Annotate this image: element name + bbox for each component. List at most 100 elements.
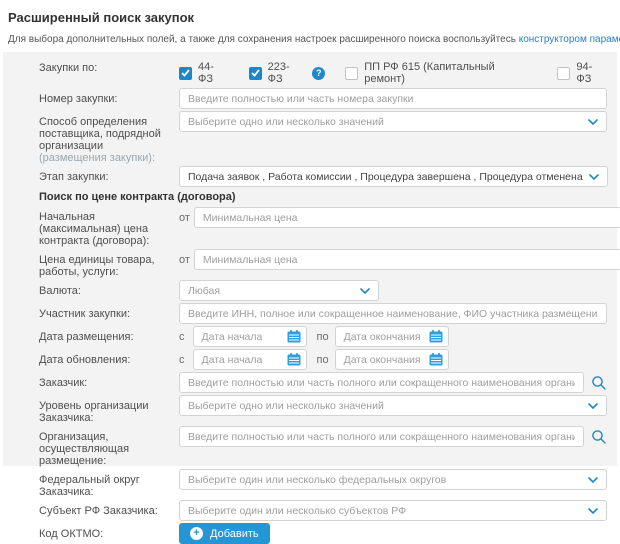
currency-label: Валюта: xyxy=(39,280,179,297)
update-date-to-label: по xyxy=(307,354,335,366)
federal-district-select[interactable]: Выберите один или несколько федеральных … xyxy=(179,469,607,490)
placement-date-start-input[interactable]: Дата начала xyxy=(193,326,307,347)
row-initial-price: Начальная (максимальная) цена контракта … xyxy=(39,207,607,247)
check-icon xyxy=(251,69,260,77)
currency-select[interactable]: Любая xyxy=(179,280,379,301)
supplier-method-label-note: (размещения закупки): xyxy=(39,152,155,164)
purchase-stage-label: Этап закупки: xyxy=(39,166,179,183)
checkbox-223fz[interactable]: 223-ФЗ ? xyxy=(249,61,326,85)
row-rf-subject: Субъект РФ Заказчика: Выберите один или … xyxy=(39,500,607,521)
row-laws: Закупки по: 44-ФЗ 223-ФЗ ? ПП РФ 615 (Ка… xyxy=(39,59,607,85)
intro-text: Для выбора дополнительных полей, а также… xyxy=(8,34,617,45)
laws-label: Закупки по: xyxy=(39,59,179,74)
rf-subject-select[interactable]: Выберите один или несколько субъектов РФ xyxy=(179,500,607,521)
placing-org-search-button[interactable] xyxy=(591,429,607,445)
placement-date-from-label: с xyxy=(179,331,189,343)
update-date-end-placeholder: Дата окончания xyxy=(344,354,421,366)
chevron-down-icon xyxy=(588,119,598,125)
supplier-method-label-text: Способ определения поставщика, подрядной… xyxy=(39,116,161,152)
update-date-from-label: с xyxy=(179,354,189,366)
checkbox-44fz-label: 44-ФЗ xyxy=(198,61,229,85)
row-supplier-method: Способ определения поставщика, подрядной… xyxy=(39,111,607,164)
participant-label: Участник закупки: xyxy=(39,303,179,320)
checkbox-223fz-label: 223-ФЗ xyxy=(268,61,305,85)
search-icon xyxy=(591,375,607,391)
intro-text-static: Для выбора дополнительных полей, а также… xyxy=(8,34,519,45)
row-participant: Участник закупки: xyxy=(39,303,607,324)
unit-price-from-label: от xyxy=(179,254,194,266)
chevron-down-icon xyxy=(588,477,598,483)
checkbox-223fz-box[interactable] xyxy=(249,67,262,80)
row-unit-price: Цена единицы товара, работы, услуги: от … xyxy=(39,249,607,278)
supplier-method-placeholder: Выберите одно или несколько значений xyxy=(188,116,384,128)
chevron-down-icon xyxy=(360,288,370,294)
row-customer-org-level: Уровень организации Заказчика: Выберите … xyxy=(39,395,607,424)
initial-price-min-input[interactable] xyxy=(194,207,620,228)
row-placement-date: Дата размещения: с Дата начала по Дата о… xyxy=(39,326,607,347)
placing-org-input[interactable] xyxy=(179,426,584,447)
customer-search-button[interactable] xyxy=(591,375,607,391)
chevron-down-icon xyxy=(588,508,598,514)
checkbox-44fz[interactable]: 44-ФЗ xyxy=(179,61,229,85)
update-date-start-input[interactable]: Дата начала xyxy=(193,349,307,370)
page-title: Расширенный поиск закупок xyxy=(8,10,617,25)
rf-subject-placeholder: Выберите один или несколько субъектов РФ xyxy=(188,505,406,517)
checkbox-pprf615-box[interactable] xyxy=(345,67,358,80)
initial-price-label: Начальная (максимальная) цена контракта … xyxy=(39,207,179,247)
check-icon xyxy=(181,69,190,77)
row-purchase-stage: Этап закупки: Подача заявок , Работа ком… xyxy=(39,166,607,187)
checkbox-94fz-box[interactable] xyxy=(557,67,570,80)
unit-price-min-input[interactable] xyxy=(194,249,620,270)
customer-org-level-placeholder: Выберите одно или несколько значений xyxy=(188,400,384,412)
rf-subject-label: Субъект РФ Заказчика: xyxy=(39,500,179,517)
plus-circle-icon: + xyxy=(190,527,203,540)
placement-date-start-placeholder: Дата начала xyxy=(202,331,263,343)
row-oktmo: Код ОКТМО: + Добавить xyxy=(39,523,607,544)
placement-date-to-label: по xyxy=(307,331,335,343)
supplier-method-select[interactable]: Выберите одно или несколько значений xyxy=(179,111,607,132)
price-section-title: Поиск по цене контракта (договора) xyxy=(39,191,607,203)
row-purchase-number: Номер закупки: xyxy=(39,88,607,109)
advanced-search-page: Расширенный поиск закупок Для выбора доп… xyxy=(0,0,620,466)
checkbox-94fz-label: 94-ФЗ xyxy=(576,61,607,85)
customer-org-level-label: Уровень организации Заказчика: xyxy=(39,395,179,424)
federal-district-label: Федеральный округ Заказчика: xyxy=(39,469,179,498)
calendar-icon[interactable] xyxy=(429,353,443,366)
purchase-number-input[interactable] xyxy=(179,88,607,109)
chevron-down-icon xyxy=(588,403,598,409)
checkbox-94fz[interactable]: 94-ФЗ xyxy=(557,61,607,85)
placing-org-label: Организация, осуществляющая размещение: xyxy=(39,426,179,467)
calendar-icon[interactable] xyxy=(429,330,443,343)
oktmo-add-button[interactable]: + Добавить xyxy=(179,523,270,544)
chevron-down-icon xyxy=(589,174,599,180)
customer-org-level-select[interactable]: Выберите одно или несколько значений xyxy=(179,395,607,416)
participant-input[interactable] xyxy=(179,303,607,324)
purchase-stage-value: Подача заявок , Работа комиссии , Процед… xyxy=(188,171,583,183)
calendar-icon[interactable] xyxy=(287,353,301,366)
federal-district-placeholder: Выберите один или несколько федеральных … xyxy=(188,474,446,486)
placement-date-label: Дата размещения: xyxy=(39,326,179,343)
placement-date-end-input[interactable]: Дата окончания xyxy=(335,326,449,347)
row-federal-district: Федеральный округ Заказчика: Выберите од… xyxy=(39,469,607,498)
supplier-method-label: Способ определения поставщика, подрядной… xyxy=(39,111,179,164)
placement-date-end-placeholder: Дата окончания xyxy=(344,331,421,343)
update-date-end-input[interactable]: Дата окончания xyxy=(335,349,449,370)
search-form-panel: Закупки по: 44-ФЗ 223-ФЗ ? ПП РФ 615 (Ка… xyxy=(3,52,617,466)
purchase-stage-select[interactable]: Подача заявок , Работа комиссии , Процед… xyxy=(179,166,608,187)
purchase-number-label: Номер закупки: xyxy=(39,88,179,105)
checkbox-pprf615[interactable]: ПП РФ 615 (Капитальный ремонт) xyxy=(345,61,537,85)
unit-price-label: Цена единицы товара, работы, услуги: xyxy=(39,249,179,278)
currency-value: Любая xyxy=(188,285,220,297)
calendar-icon[interactable] xyxy=(287,330,301,343)
row-update-date: Дата обновления: с Дата начала по Дата о… xyxy=(39,349,607,370)
search-params-constructor-link[interactable]: конструктором параметров поиска xyxy=(519,34,620,45)
customer-label: Заказчик: xyxy=(39,372,179,389)
customer-input[interactable] xyxy=(179,372,584,393)
update-date-label: Дата обновления: xyxy=(39,349,179,366)
oktmo-add-button-label: Добавить xyxy=(210,528,259,540)
checkbox-44fz-box[interactable] xyxy=(179,67,192,80)
question-circle-icon[interactable]: ? xyxy=(312,67,325,80)
search-icon xyxy=(591,429,607,445)
row-customer: Заказчик: xyxy=(39,372,607,393)
row-placing-org: Организация, осуществляющая размещение: xyxy=(39,426,607,467)
